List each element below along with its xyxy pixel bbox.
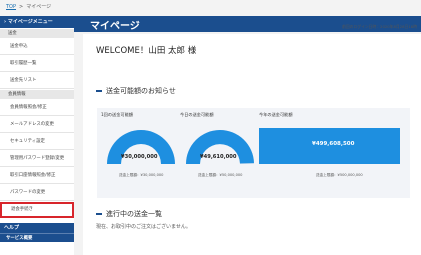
chevron-right-icon: › [4, 19, 7, 25]
pending-empty-text: 現在、お取引中のご注文はございません。 [96, 224, 191, 230]
gauge-limit: 送金上限額：¥500,000,000 [316, 173, 363, 177]
pending-title-label: 進行中の送金一覧 [106, 210, 162, 218]
limits-panel: 1回の送金可能額 ¥30,000,000 送金上限額：¥30,000,000 今… [97, 108, 410, 198]
notice-section-title: 送金可能額のお知らせ [96, 86, 176, 96]
sidebar-item-admin-password[interactable]: 管理用パスワード登録/変更 [0, 150, 74, 167]
gauge-value: ¥49,610,000 [200, 154, 237, 160]
sidebar-section-remit: 送金 [0, 28, 74, 38]
gauge-chart-per-transfer [107, 130, 175, 164]
sidebar-item-recipients[interactable]: 送金先リスト [0, 72, 74, 89]
sidebar-item-account-info[interactable]: 取引口座情報照会/修正 [0, 167, 74, 184]
gauge-limit: 送金上限額：¥50,000,000 [198, 173, 243, 177]
sidebar-menu-title-label: マイページメニュー [7, 19, 53, 25]
notice-title-label: 送金可能額のお知らせ [106, 87, 176, 95]
breadcrumb: TOP > マイページ [6, 3, 51, 10]
sidebar-item-withdraw[interactable]: 退会手続き [0, 202, 74, 218]
gauge-chart-today [185, 129, 254, 164]
sidebar-item-service-overview[interactable]: サービス概要 [0, 233, 74, 242]
sidebar-help-title: ヘルプ [0, 223, 74, 233]
sidebar-item-history[interactable]: 取引履歴一覧 [0, 55, 74, 72]
sidebar-item-remit-apply[interactable]: 送金申込 [0, 38, 74, 55]
section-dash-icon [96, 213, 102, 215]
breadcrumb-home-link[interactable]: TOP [6, 4, 16, 10]
last-login-text: 前回のログイン日時：2020年8月28日18時 [342, 24, 417, 29]
gauge-label: 1回の送金可能額 [101, 112, 133, 117]
sidebar-item-password-change[interactable]: パスワードの変更 [0, 184, 74, 201]
sidebar-item-email-change[interactable]: メールアドレスの変更 [0, 116, 74, 133]
breadcrumb-separator: > [19, 4, 24, 10]
pending-section-title: 進行中の送金一覧 [96, 209, 162, 219]
breadcrumb-current: マイページ [26, 4, 52, 10]
sidebar-item-member-info[interactable]: 会員情報照会/修正 [0, 99, 74, 116]
sidebar-item-security[interactable]: セキュリティ設定 [0, 133, 74, 150]
year-bar-value: ¥499,608,500 [312, 141, 355, 147]
gauge-label: 今日の送金可能額 [180, 112, 214, 117]
gauge-value: ¥30,000,000 [121, 154, 158, 160]
section-dash-icon [96, 90, 102, 92]
sidebar-section-member: 会員情報 [0, 89, 74, 99]
gauge-label: 今年の送金可能額 [259, 112, 293, 117]
main-content: WELCOME！山田 太郎 様 送金可能額のお知らせ 1回の送金可能額 ¥30,… [83, 34, 421, 255]
sidebar-menu-title: › マイページメニュー [0, 16, 74, 28]
sidebar: › マイページメニュー 送金 送金申込 取引履歴一覧 送金先リスト 会員情報 会… [0, 16, 74, 255]
page-title: マイページ [90, 21, 140, 32]
welcome-message: WELCOME！山田 太郎 様 [96, 46, 197, 56]
gauge-limit: 送金上限額：¥30,000,000 [119, 173, 164, 177]
